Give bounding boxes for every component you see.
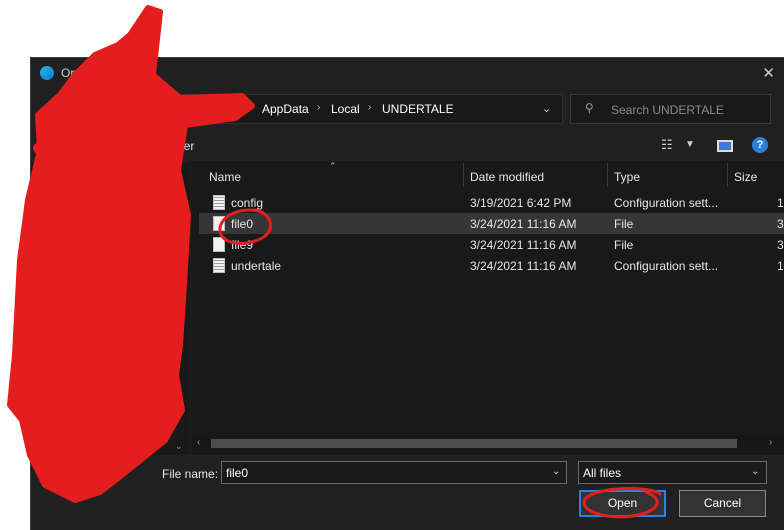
file-name-value: file0 [226, 466, 249, 480]
file-type: File [614, 217, 634, 231]
file-name-label: File name: [162, 467, 219, 481]
close-icon[interactable]: ✕ [762, 64, 775, 82]
search-input[interactable]: ⚲ Search UNDERTALE [570, 94, 771, 124]
back-arrow-icon[interactable]: ← [39, 101, 53, 117]
open-file-dialog: Open ✕ ← › AppData › Local › UNDERTALE ⌄… [30, 57, 784, 530]
table-row[interactable]: file0 3/24/2021 11:16 AM File 3 [199, 213, 784, 234]
chevron-down-icon[interactable]: ⌄ [552, 466, 560, 477]
column-header-size[interactable]: Size [734, 170, 757, 184]
file-name: file9 [231, 238, 254, 252]
scroll-right-icon[interactable]: › [769, 437, 772, 448]
file-name: config [231, 196, 264, 210]
column-divider[interactable] [463, 163, 464, 187]
view-options-icon[interactable]: ☷ [661, 137, 673, 153]
command-bar: der ☷ ▼ ? [31, 134, 784, 158]
file-date: 3/24/2021 11:16 AM [470, 217, 577, 231]
file-type: Configuration sett... [614, 196, 719, 210]
breadcrumb-chevron-icon: › [235, 102, 239, 113]
file-type: File [614, 238, 634, 252]
table-row[interactable]: file9 3/24/2021 11:16 AM File 3 [199, 234, 784, 255]
file-type-value: All files [583, 466, 622, 480]
config-file-icon [213, 258, 225, 273]
file-list: ⌃ Name Date modified Type Size config 3/… [191, 161, 784, 455]
file-size: 1 [777, 259, 784, 273]
file-type: Configuration sett... [614, 259, 719, 273]
column-header-name[interactable]: Name [209, 170, 241, 184]
chevron-down-icon[interactable]: ⌄ [751, 466, 759, 477]
dialog-footer: File name: file0 ⌄ All files ⌄ Open Canc… [31, 456, 784, 530]
scrollbar-thumb[interactable] [211, 439, 737, 448]
file-date: 3/24/2021 11:16 AM [470, 238, 577, 252]
file-type-select[interactable]: All files ⌄ [578, 461, 767, 484]
breadcrumb-appdata[interactable]: AppData [262, 102, 309, 116]
file-name-field[interactable]: file0 ⌄ [221, 461, 567, 484]
address-bar[interactable]: › AppData › Local › UNDERTALE ⌄ ↻ [71, 94, 588, 124]
open-button[interactable]: Open [579, 490, 666, 517]
table-row[interactable]: config 3/19/2021 6:42 PM Configuration s… [199, 192, 784, 213]
file-date: 3/19/2021 6:42 PM [470, 196, 572, 210]
title-bar: Open ✕ [31, 58, 784, 88]
column-divider[interactable] [607, 163, 608, 187]
nav-scroll-down-icon[interactable]: ⌄ [175, 441, 183, 452]
column-header-date[interactable]: Date modified [470, 170, 544, 184]
file-size: 3 [777, 217, 784, 231]
table-row[interactable]: undertale 3/24/2021 11:16 AM Configurati… [199, 255, 784, 276]
file-icon [213, 216, 225, 231]
cancel-button[interactable]: Cancel [679, 490, 766, 517]
scroll-left-icon[interactable]: ‹ [197, 437, 200, 448]
config-file-icon [213, 195, 225, 210]
search-icon: ⚲ [585, 101, 594, 115]
column-header-type[interactable]: Type [614, 170, 640, 184]
file-icon [213, 237, 225, 252]
file-date: 3/24/2021 11:16 AM [470, 259, 577, 273]
breadcrumb-undertale[interactable]: UNDERTALE [382, 102, 454, 116]
column-divider[interactable] [727, 163, 728, 187]
file-size: 1 [777, 196, 784, 210]
sort-ascending-icon: ⌃ [329, 161, 337, 171]
window-title: Open [61, 66, 91, 80]
file-name: file0 [231, 217, 254, 231]
file-size: 3 [777, 238, 784, 252]
new-folder-button[interactable]: der [177, 139, 194, 153]
view-dropdown-icon[interactable]: ▼ [685, 139, 695, 150]
app-icon [40, 66, 54, 80]
preview-pane-icon[interactable] [717, 140, 733, 152]
navigation-pane[interactable]: ⌄ [31, 163, 190, 455]
breadcrumb-chevron-icon: › [317, 102, 321, 113]
search-placeholder: Search UNDERTALE [611, 103, 724, 117]
file-name: undertale [231, 259, 282, 273]
breadcrumb-local[interactable]: Local [331, 102, 360, 116]
address-dropdown-icon[interactable]: ⌄ [542, 102, 551, 115]
horizontal-scrollbar[interactable]: ‹ › [191, 435, 784, 452]
address-bar-row: ← › AppData › Local › UNDERTALE ⌄ ↻ ⚲ Se… [31, 92, 784, 128]
help-icon[interactable]: ? [752, 137, 768, 153]
breadcrumb-chevron-icon: › [368, 102, 372, 113]
